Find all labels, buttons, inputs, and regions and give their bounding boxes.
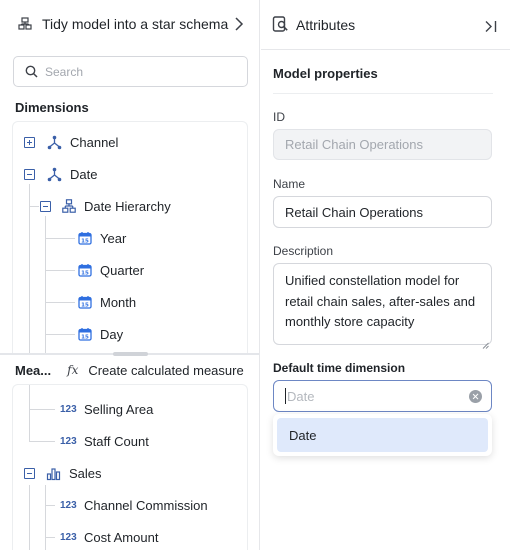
numeric-icon: 123 (60, 499, 77, 511)
text-cursor (285, 388, 286, 404)
expand-icon[interactable] (24, 136, 35, 148)
tree-item-month[interactable]: 15 Month (78, 291, 136, 313)
search-icon (25, 65, 38, 78)
numeric-icon: 123 (60, 531, 77, 543)
default-time-dimension-select[interactable]: Date (273, 380, 492, 412)
dimensions-heading: Dimensions (15, 100, 89, 115)
id-label: ID (273, 110, 285, 124)
org-chart-icon (62, 199, 76, 213)
tree-item-label: Quarter (100, 262, 145, 278)
description-line: Unified constellation model for (285, 273, 460, 288)
tree-item-label: Date (70, 166, 98, 182)
function-icon[interactable]: fx (67, 363, 78, 377)
svg-text:15: 15 (81, 303, 89, 309)
collapse-icon[interactable] (40, 200, 51, 212)
default-time-dimension-label: Default time dimension (273, 361, 406, 375)
attributes-icon (272, 16, 289, 33)
resize-handle-icon[interactable] (482, 335, 489, 349)
tree-item-quarter[interactable]: 15 Quarter (78, 259, 144, 281)
search-input[interactable]: Search (13, 56, 248, 87)
divider (273, 93, 493, 94)
tree-item-label: Day (100, 326, 124, 342)
name-label: Name (273, 177, 306, 191)
attributes-title: Attributes (296, 16, 356, 33)
measure-item-staff-count[interactable]: 123 Staff Count (60, 430, 149, 452)
description-line: monthly store capacity (285, 314, 415, 329)
numeric-icon: 123 (60, 403, 77, 415)
model-tree-panel: Tidy model into a star schema Search Dim… (0, 0, 260, 550)
attributes-header: Attributes (261, 0, 510, 50)
tree-item-label: Month (100, 294, 137, 310)
measure-item-label: Sales (69, 465, 102, 481)
time-dimension-dropdown: Date (273, 414, 492, 456)
dropdown-option-date[interactable]: Date (277, 418, 488, 452)
collapse-panel-icon[interactable] (484, 20, 497, 33)
calendar-icon: 15 (78, 295, 92, 309)
tree-item-channel[interactable]: Channel (24, 131, 118, 153)
measures-header: Mea... fx Create calculated measure (15, 360, 244, 380)
measures-heading: Mea... (15, 362, 52, 378)
clear-icon[interactable] (469, 390, 482, 403)
chevron-right-icon[interactable] (231, 16, 247, 32)
tree-item-day[interactable]: 15 Day (78, 323, 123, 345)
calendar-icon: 15 (78, 263, 92, 277)
description-label: Description (273, 244, 334, 258)
time-dimension-placeholder: Date (287, 388, 315, 404)
model-icon (18, 17, 32, 31)
svg-text:15: 15 (81, 271, 89, 277)
measure-item-label: Selling Area (84, 401, 154, 417)
tree-item-year[interactable]: 15 Year (78, 227, 126, 249)
hierarchy-icon (47, 135, 62, 150)
tree-item-date[interactable]: Date (24, 163, 97, 185)
id-field: Retail Chain Operations (273, 129, 492, 160)
tree-item-label: Channel (70, 134, 119, 150)
description-line: retail chain sales, after-sales and (285, 293, 476, 309)
tree-item-date-hierarchy[interactable]: Date Hierarchy (40, 195, 171, 217)
dimensions-tree: Channel Date Date Hierarchy 15 Year 15 Q… (12, 121, 248, 353)
measure-item-label: Staff Count (84, 433, 149, 449)
search-placeholder: Search (45, 64, 84, 79)
measure-item-channel-commission[interactable]: 123 Channel Commission (60, 494, 208, 516)
numeric-icon: 123 (60, 435, 77, 447)
name-field[interactable]: Retail Chain Operations (273, 196, 492, 228)
create-calculated-measure-button[interactable]: Create calculated measure (88, 363, 243, 378)
svg-text:15: 15 (81, 239, 89, 245)
measure-item-cost-amount[interactable]: 123 Cost Amount (60, 526, 158, 548)
name-value: Retail Chain Operations (285, 204, 424, 220)
tree-item-label: Date Hierarchy (84, 198, 171, 214)
measure-item-label: Channel Commission (84, 497, 208, 513)
description-field[interactable]: Unified constellation model for retail c… (273, 263, 492, 349)
measure-group-sales[interactable]: Sales (24, 462, 102, 484)
model-header[interactable]: Tidy model into a star schema (0, 0, 259, 48)
collapse-icon[interactable] (24, 467, 35, 479)
splitter-handle[interactable] (113, 352, 148, 356)
id-value: Retail Chain Operations (285, 137, 424, 152)
model-title: Tidy model into a star schema (42, 16, 229, 32)
model-properties-heading: Model properties (273, 66, 378, 81)
tree-item-label: Year (100, 230, 127, 246)
measure-item-selling-area[interactable]: 123 Selling Area (60, 398, 153, 420)
measure-item-label: Cost Amount (84, 529, 159, 545)
hierarchy-icon (47, 167, 62, 182)
bar-chart-icon (46, 466, 61, 481)
calendar-icon: 15 (78, 231, 92, 245)
collapse-icon[interactable] (24, 168, 35, 180)
attributes-panel: Attributes Model properties ID Retail Ch… (261, 0, 510, 550)
measures-tree: 123 Selling Area 123 Staff Count Sales 1… (12, 384, 248, 550)
calendar-icon: 15 (78, 327, 92, 341)
svg-text:15: 15 (81, 335, 89, 341)
